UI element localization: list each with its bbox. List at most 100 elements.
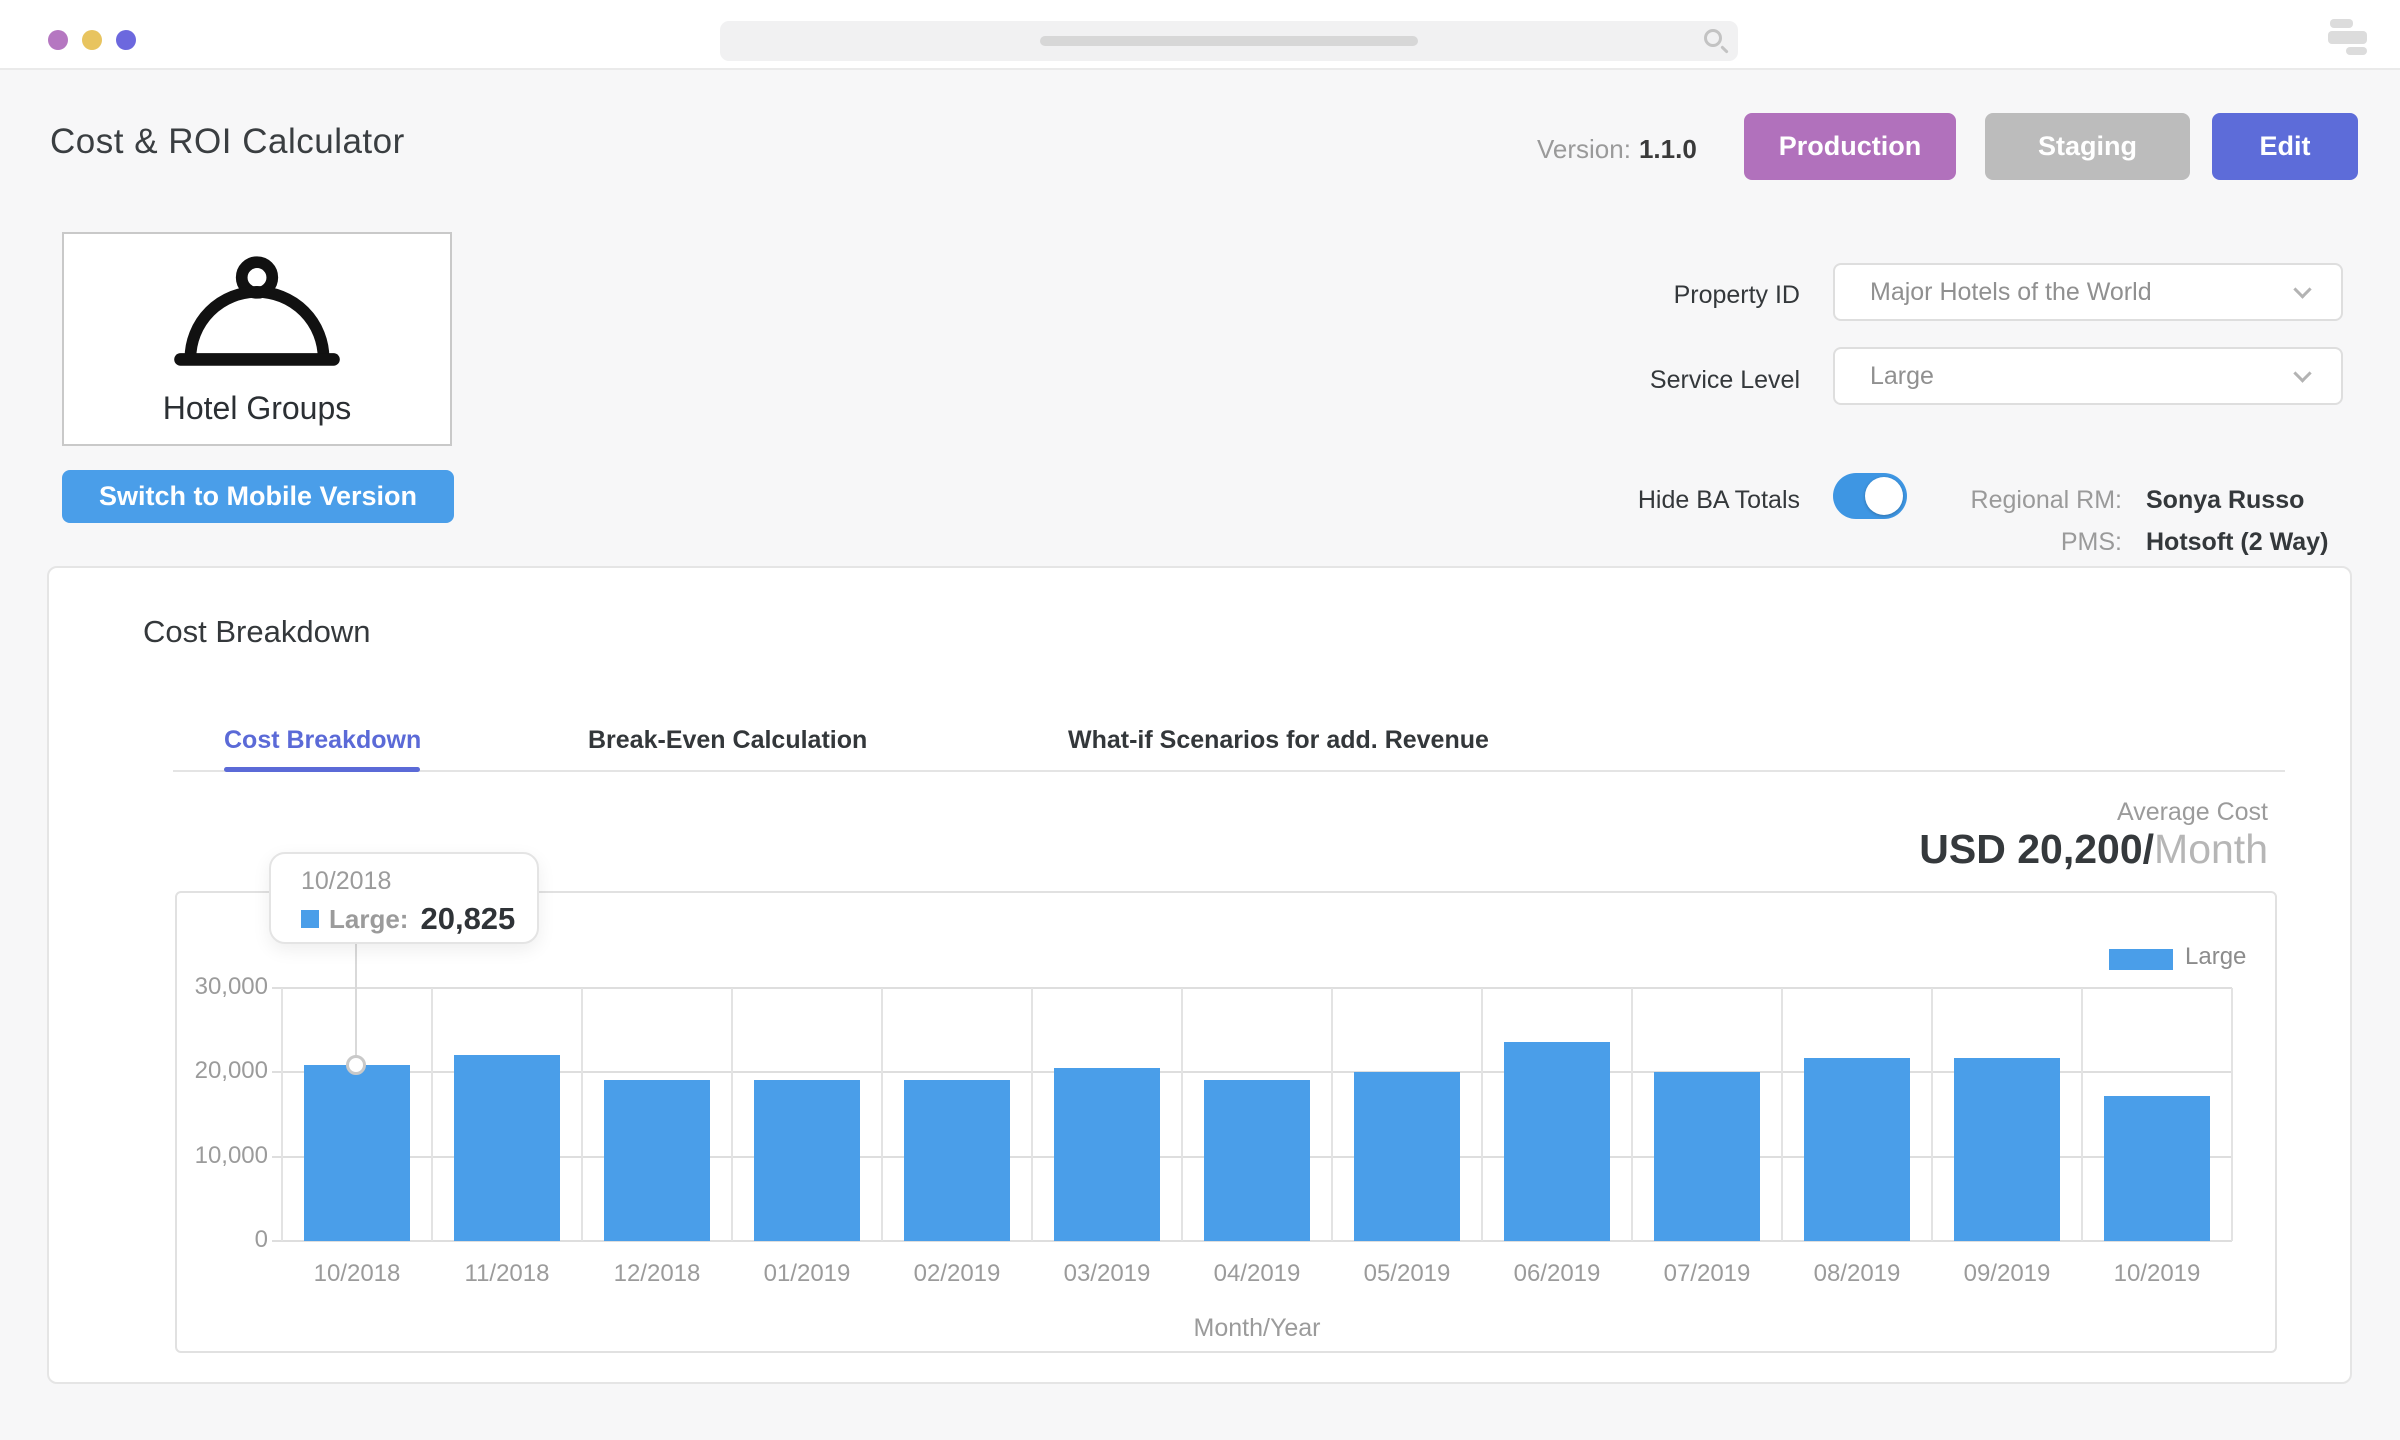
average-cost-label: Average Cost bbox=[2117, 798, 2268, 827]
chart-bar-07/2019[interactable] bbox=[1654, 1072, 1760, 1241]
x-axis-tick-label: 07/2019 bbox=[1632, 1260, 1782, 1288]
search-icon[interactable] bbox=[1704, 29, 1722, 47]
chart-bar-06/2019[interactable] bbox=[1504, 1042, 1610, 1241]
active-tab-underline bbox=[224, 767, 420, 772]
window-dot-indigo-icon[interactable] bbox=[116, 30, 136, 50]
tab-what-if-scenarios[interactable]: What-if Scenarios for add. Revenue bbox=[1068, 726, 1489, 755]
service-level-dropdown[interactable]: Large bbox=[1833, 347, 2343, 405]
tab-cost-breakdown[interactable]: Cost Breakdown bbox=[224, 726, 421, 755]
chart-bar-04/2019[interactable] bbox=[1204, 1080, 1310, 1241]
average-cost-period: Month bbox=[2154, 826, 2268, 872]
x-axis-tick-label: 04/2019 bbox=[1182, 1260, 1332, 1288]
x-axis-tick-label: 09/2019 bbox=[1932, 1260, 2082, 1288]
chart-bar-12/2018[interactable] bbox=[604, 1080, 710, 1241]
x-axis-tick-label: 02/2019 bbox=[882, 1260, 1032, 1288]
x-gridline bbox=[1481, 988, 1483, 1241]
property-id-value: Major Hotels of the World bbox=[1870, 278, 2296, 307]
average-cost-amount: USD 20,200/ bbox=[1919, 826, 2154, 872]
window-dot-purple-icon[interactable] bbox=[48, 30, 68, 50]
x-axis-tick-label: 10/2019 bbox=[2082, 1260, 2232, 1288]
y-axis-tick-label: 30,000 bbox=[172, 973, 268, 1001]
chart-bar-03/2019[interactable] bbox=[1054, 1068, 1160, 1241]
x-gridline bbox=[2081, 988, 2083, 1241]
tooltip-stem bbox=[355, 944, 357, 1056]
regional-rm-label: Regional RM: bbox=[1920, 486, 2122, 515]
switch-to-mobile-button[interactable]: Switch to Mobile Version bbox=[62, 470, 454, 523]
average-cost-value: USD 20,200/Month bbox=[1919, 826, 2268, 873]
version-text: Version: 1.1.0 bbox=[1537, 134, 1697, 165]
search-placeholder-line bbox=[1040, 36, 1418, 46]
x-axis-tick-label: 06/2019 bbox=[1482, 1260, 1632, 1288]
x-gridline bbox=[881, 988, 883, 1241]
chart-bar-05/2019[interactable] bbox=[1354, 1072, 1460, 1241]
chart-bar-08/2019[interactable] bbox=[1804, 1058, 1910, 1241]
property-id-label: Property ID bbox=[1500, 281, 1800, 310]
x-axis-tick-label: 08/2019 bbox=[1782, 1260, 1932, 1288]
service-level-label: Service Level bbox=[1500, 366, 1800, 395]
x-gridline bbox=[1931, 988, 1933, 1241]
search-input[interactable] bbox=[720, 21, 1738, 61]
chart-bar-09/2019[interactable] bbox=[1954, 1058, 2060, 1241]
hide-ba-totals-toggle[interactable] bbox=[1833, 473, 1907, 519]
production-button[interactable]: Production bbox=[1744, 113, 1956, 180]
hotel-groups-label: Hotel Groups bbox=[163, 390, 352, 427]
chevron-down-icon bbox=[2293, 364, 2311, 382]
tooltip-hover-dot bbox=[346, 1055, 366, 1075]
chart-tooltip: 10/2018 Large: 20,825 bbox=[269, 852, 539, 944]
y-axis-tick-label: 0 bbox=[172, 1226, 268, 1254]
window-dot-yellow-icon[interactable] bbox=[82, 30, 102, 50]
x-axis-tick-label: 03/2019 bbox=[1032, 1260, 1182, 1288]
tab-break-even-calculation[interactable]: Break-Even Calculation bbox=[588, 726, 867, 755]
cloche-icon bbox=[167, 254, 347, 382]
edit-button[interactable]: Edit bbox=[2212, 113, 2358, 180]
x-axis-tick-label: 12/2018 bbox=[582, 1260, 732, 1288]
version-value: 1.1.0 bbox=[1639, 134, 1697, 164]
x-axis-tick-label: 11/2018 bbox=[432, 1260, 582, 1288]
y-gridline bbox=[272, 1071, 2232, 1073]
chevron-down-icon bbox=[2293, 280, 2311, 298]
version-label: Version: bbox=[1537, 134, 1631, 164]
x-gridline bbox=[1181, 988, 1183, 1241]
plot-area: 010,00020,00030,00010/201811/201812/2018… bbox=[282, 988, 2232, 1241]
regional-rm-value: Sonya Russo bbox=[2146, 486, 2304, 515]
tooltip-category: 10/2018 bbox=[301, 867, 537, 896]
property-id-dropdown[interactable]: Major Hotels of the World bbox=[1833, 263, 2343, 321]
pms-value: Hotsoft (2 Way) bbox=[2146, 528, 2328, 557]
x-axis-tick-label: 10/2018 bbox=[282, 1260, 432, 1288]
legend-label[interactable]: Large bbox=[2185, 943, 2246, 971]
chart-bar-10/2019[interactable] bbox=[2104, 1096, 2210, 1241]
staging-button[interactable]: Staging bbox=[1985, 113, 2190, 180]
hotel-groups-card[interactable]: Hotel Groups bbox=[62, 232, 452, 446]
tooltip-series-label: Large: bbox=[329, 904, 408, 935]
service-level-value: Large bbox=[1870, 362, 2296, 391]
chart-bar-01/2019[interactable] bbox=[754, 1080, 860, 1241]
toggle-knob bbox=[1865, 477, 1903, 515]
x-axis-title: Month/Year bbox=[282, 1314, 2232, 1343]
y-axis-tick-label: 10,000 bbox=[172, 1142, 268, 1170]
chart-bar-11/2018[interactable] bbox=[454, 1055, 560, 1241]
hide-ba-totals-label: Hide BA Totals bbox=[1500, 486, 1800, 515]
chart-bar-10/2018[interactable] bbox=[304, 1065, 410, 1241]
cost-breakdown-section: Cost Breakdown Cost Breakdown Break-Even… bbox=[47, 566, 2352, 1384]
menu-icon[interactable] bbox=[2328, 19, 2370, 55]
x-gridline bbox=[1781, 988, 1783, 1241]
tooltip-value: 20,825 bbox=[420, 901, 515, 937]
x-axis-tick-label: 01/2019 bbox=[732, 1260, 882, 1288]
chart-bar-02/2019[interactable] bbox=[904, 1080, 1010, 1241]
section-heading: Cost Breakdown bbox=[143, 614, 370, 650]
menu-bar-middle bbox=[2328, 31, 2367, 44]
pms-label: PMS: bbox=[1920, 528, 2122, 557]
x-gridline bbox=[1631, 988, 1633, 1241]
search-icon-handle bbox=[1720, 45, 1728, 53]
tab-divider bbox=[173, 770, 2285, 772]
x-gridline bbox=[431, 988, 433, 1241]
x-gridline bbox=[281, 988, 283, 1241]
y-axis-tick-label: 20,000 bbox=[172, 1057, 268, 1085]
legend-swatch[interactable] bbox=[2109, 949, 2173, 970]
x-axis-tick-label: 05/2019 bbox=[1332, 1260, 1482, 1288]
x-gridline bbox=[2231, 988, 2233, 1241]
x-gridline bbox=[1031, 988, 1033, 1241]
x-gridline bbox=[581, 988, 583, 1241]
top-nav-bar bbox=[0, 0, 2400, 70]
x-gridline bbox=[1331, 988, 1333, 1241]
